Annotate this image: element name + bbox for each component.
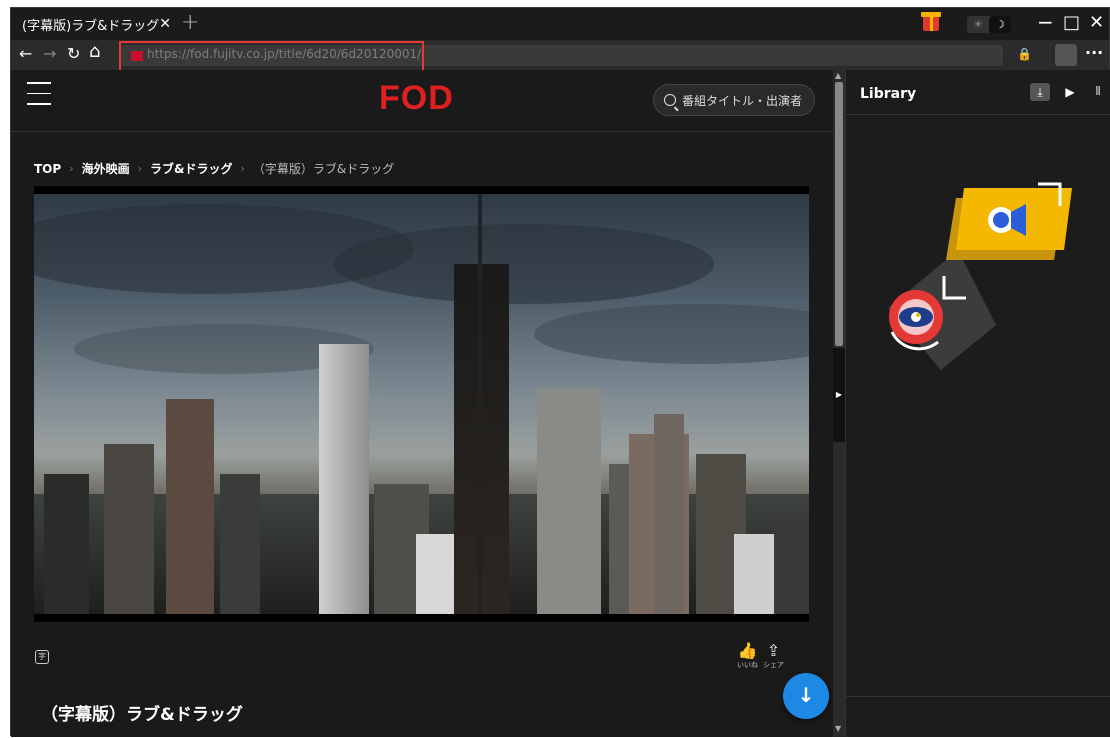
web-page: FOD 番組タイトル・出演者 TOP › 海外映画 › ラブ&ドラッグ › （字… — [11, 70, 833, 737]
chevron-right-icon: › — [240, 162, 245, 175]
like-label: いいね — [737, 661, 758, 669]
hamburger-menu-icon[interactable] — [27, 82, 51, 108]
search-placeholder: 番組タイトル・出演者 — [682, 93, 803, 108]
new-tab-button[interactable]: + — [181, 10, 199, 35]
breadcrumb: TOP › 海外映画 › ラブ&ドラッグ › （字幕版）ラブ&ドラッグ — [34, 160, 394, 177]
moon-icon[interactable]: ☽ — [989, 16, 1011, 33]
breadcrumb-current: （字幕版）ラブ&ドラッグ — [252, 162, 395, 176]
chevron-right-icon: › — [137, 162, 143, 175]
back-button[interactable]: ← — [19, 44, 32, 63]
library-footer-divider — [846, 696, 1110, 697]
gift-icon[interactable] — [921, 12, 941, 31]
share-icon: ⇪ — [766, 641, 781, 660]
empty-library-illustration — [888, 182, 1072, 370]
scroll-thumb[interactable] — [835, 82, 843, 346]
home-button[interactable]: ⌂ — [89, 41, 100, 62]
lock-icon[interactable]: 🔒 — [1017, 47, 1032, 61]
subtitle-badge-icon: 字 — [35, 650, 49, 664]
breadcrumb-top[interactable]: TOP — [34, 162, 61, 176]
search-box[interactable]: 番組タイトル・出演者 — [653, 84, 815, 116]
theme-toggle[interactable]: ☀ ☽ — [967, 16, 1011, 33]
tab-active[interactable]: (字幕版)ラブ&ドラッグ ✕ — [11, 8, 179, 40]
minimize-button[interactable]: − — [1037, 10, 1054, 34]
reload-button[interactable]: ↻ — [67, 44, 80, 63]
like-button[interactable]: 👍 いいね — [737, 642, 758, 670]
fod-logo[interactable]: FOD — [379, 79, 454, 118]
navigation-bar: ← → ↻ ⌂ https://fod.fujitv.co.jp/title/6… — [11, 40, 1109, 75]
breadcrumb-series[interactable]: ラブ&ドラッグ — [150, 160, 232, 177]
maximize-button[interactable]: □ — [1063, 12, 1080, 33]
thumbs-up-icon: 👍 — [737, 641, 758, 660]
forward-button[interactable]: → — [43, 44, 56, 63]
close-window-button[interactable]: ✕ — [1089, 12, 1104, 33]
tab-bar: (字幕版)ラブ&ドラッグ ✕ + ☀ ☽ − □ ✕ — [11, 8, 1109, 40]
scroll-down-arrow-icon[interactable]: ▼ — [835, 724, 841, 733]
panel-collapse-handle[interactable]: ▶ — [833, 348, 845, 442]
program-title: （字幕版）ラブ&ドラッグ — [41, 705, 243, 725]
site-header: FOD 番組タイトル・出演者 — [11, 70, 833, 132]
extension-icon[interactable] — [1055, 44, 1077, 66]
tab-close-icon[interactable]: ✕ — [159, 16, 171, 32]
share-label: シェア — [763, 661, 784, 669]
breadcrumb-foreign-movies[interactable]: 海外映画 — [82, 160, 130, 177]
video-player[interactable] — [34, 186, 809, 622]
chevron-right-icon: › — [69, 162, 74, 175]
more-menu-icon[interactable]: ··· — [1085, 43, 1103, 62]
library-panel: Library ⤓ ▶ ⫼ — [845, 70, 1110, 737]
search-icon — [664, 94, 676, 106]
browser-window: (字幕版)ラブ&ドラッグ ✕ + ☀ ☽ − □ ✕ ← → ↻ ⌂ https… — [10, 7, 1110, 737]
video-frame-skyline — [34, 194, 809, 614]
scroll-up-arrow-icon[interactable]: ▲ — [835, 71, 841, 80]
download-button[interactable]: ↓ — [783, 673, 829, 719]
tab-title: (字幕版)ラブ&ドラッグ — [22, 18, 160, 34]
share-button[interactable]: ⇪ シェア — [763, 642, 784, 670]
sun-icon[interactable]: ☀ — [967, 16, 989, 33]
